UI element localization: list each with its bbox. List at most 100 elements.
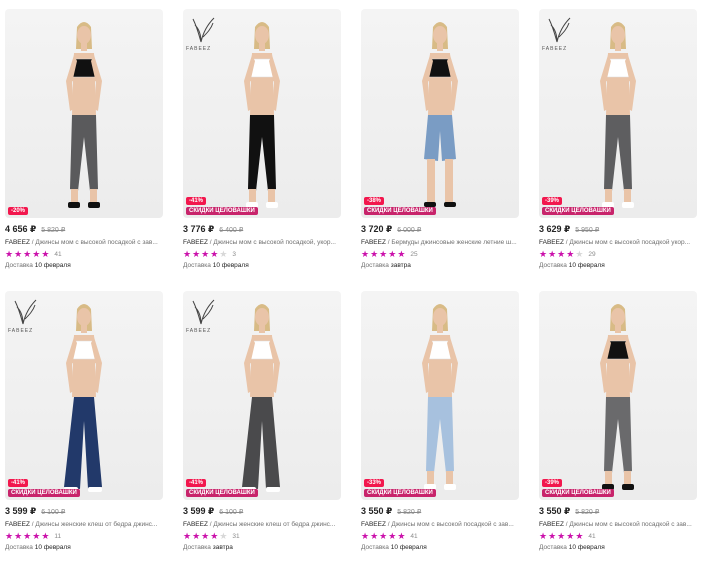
product-image[interactable]: FABEEZ -39% СКИДКИ ЦЕЛОВАШКИ: [539, 9, 697, 218]
brand-logo-icon: [192, 299, 215, 325]
product-image[interactable]: FABEEZ -41% СКИДКИ ЦЕЛОВАШКИ: [183, 9, 341, 218]
product-image[interactable]: -20%: [5, 9, 163, 218]
product-card-1[interactable]: -20% 4 656 ₽ 5 820 ₽ FABEEZ / Джинсы мом…: [5, 9, 163, 279]
product-image[interactable]: -38% СКИДКИ ЦЕЛОВАШКИ: [361, 9, 519, 218]
product-title[interactable]: FABEEZ / Джинсы мом с высокой посадкой, …: [183, 239, 341, 246]
discount-badge: -41%: [186, 479, 207, 487]
star-icon: ★: [201, 249, 210, 259]
rating-stars: ★ ★ ★ ★ ★: [183, 532, 227, 541]
star-icon: ★: [183, 531, 192, 541]
discount-badge: -39%: [542, 197, 563, 205]
product-card-6[interactable]: FABEEZ -41% СКИДКИ ЦЕЛОВАШКИ 3 599 ₽ 6 1…: [183, 291, 341, 561]
product-image[interactable]: FABEEZ -41% СКИДКИ ЦЕЛОВАШКИ: [183, 291, 341, 500]
rating-stars: ★ ★ ★ ★ ★: [5, 532, 49, 541]
model-photo: [44, 301, 124, 498]
promo-badge: СКИДКИ ЦЕЛОВАШКИ: [8, 489, 80, 497]
star-icon: ★: [397, 249, 406, 259]
current-price: 3 599 ₽: [5, 506, 37, 516]
rating-row: ★ ★ ★ ★ ★ 11: [5, 532, 163, 541]
rating-stars: ★ ★ ★ ★ ★: [539, 250, 583, 259]
star-icon: ★: [14, 531, 23, 541]
delivery-label: Доставка: [5, 544, 33, 551]
product-image[interactable]: -33% СКИДКИ ЦЕЛОВАШКИ: [361, 291, 519, 500]
product-title[interactable]: FABEEZ / Джинсы женские клеш от бедра дж…: [183, 521, 341, 528]
delivery-date: 10 февраля: [568, 262, 605, 269]
delivery-date: 10 февраля: [34, 544, 71, 551]
star-icon: ★: [566, 531, 575, 541]
price-row: 3 550 ₽ 5 820 ₽: [539, 506, 697, 517]
product-card-8[interactable]: -39% СКИДКИ ЦЕЛОВАШКИ 3 550 ₽ 5 820 ₽ FA…: [539, 291, 697, 561]
delivery-info: Доставка 10 февраля: [5, 544, 163, 551]
delivery-label: Доставка: [539, 544, 567, 551]
rating-stars: ★ ★ ★ ★ ★: [183, 250, 227, 259]
promo-badge: СКИДКИ ЦЕЛОВАШКИ: [542, 207, 614, 215]
logo-wordmark: FABEEZ: [8, 328, 34, 334]
product-image[interactable]: FABEEZ -41% СКИДКИ ЦЕЛОВАШКИ: [5, 291, 163, 500]
star-icon: ★: [219, 249, 228, 259]
delivery-date: 10 февраля: [212, 262, 249, 269]
star-icon: ★: [5, 531, 14, 541]
product-title[interactable]: FABEEZ / Бермуды джинсовые женские летни…: [361, 239, 519, 246]
current-price: 3 550 ₽: [361, 506, 393, 516]
delivery-info: Доставка 10 февраля: [539, 544, 697, 551]
rating-row: ★ ★ ★ ★ ★ 41: [361, 532, 519, 541]
star-icon: ★: [539, 249, 548, 259]
badges: -33% СКИДКИ ЦЕЛОВАШКИ: [364, 479, 436, 497]
star-icon: ★: [548, 531, 557, 541]
product-name: / Джинсы мом с высокой посадкой с зав...: [29, 239, 158, 246]
delivery-info: Доставка завтра: [361, 262, 519, 269]
product-card-4[interactable]: FABEEZ -39% СКИДКИ ЦЕЛОВАШКИ 3 629 ₽ 5 9…: [539, 9, 697, 279]
star-icon: ★: [575, 249, 584, 259]
delivery-info: Доставка завтра: [183, 544, 341, 551]
promo-badge: СКИДКИ ЦЕЛОВАШКИ: [364, 207, 436, 215]
delivery-label: Доставка: [361, 262, 389, 269]
product-card-2[interactable]: FABEEZ -41% СКИДКИ ЦЕЛОВАШКИ 3 776 ₽ 6 4…: [183, 9, 341, 279]
badges: -38% СКИДКИ ЦЕЛОВАШКИ: [364, 197, 436, 215]
model-photo: [578, 19, 658, 216]
logo-wordmark: FABEEZ: [542, 46, 568, 52]
product-card-5[interactable]: FABEEZ -41% СКИДКИ ЦЕЛОВАШКИ 3 599 ₽ 6 1…: [5, 291, 163, 561]
promo-badge: СКИДКИ ЦЕЛОВАШКИ: [186, 489, 258, 497]
model-photo: [400, 301, 480, 498]
product-title[interactable]: FABEEZ / Джинсы мом с высокой посадкой с…: [5, 239, 163, 246]
delivery-label: Доставка: [539, 262, 567, 269]
old-price: 6 000 ₽: [397, 227, 422, 234]
star-icon: ★: [370, 531, 379, 541]
star-icon: ★: [566, 249, 575, 259]
product-title[interactable]: FABEEZ / Джинсы мом с высокой посадкой с…: [361, 521, 519, 528]
review-count: 11: [54, 533, 62, 540]
product-card-7[interactable]: -33% СКИДКИ ЦЕЛОВАШКИ 3 550 ₽ 5 820 ₽ FA…: [361, 291, 519, 561]
delivery-info: Доставка 10 февраля: [5, 262, 163, 269]
review-count: 41: [54, 251, 62, 258]
star-icon: ★: [23, 531, 32, 541]
rating-stars: ★ ★ ★ ★ ★: [539, 532, 583, 541]
product-image[interactable]: -39% СКИДКИ ЦЕЛОВАШКИ: [539, 291, 697, 500]
review-count: 41: [410, 533, 418, 540]
price-row: 3 629 ₽ 5 950 ₽: [539, 224, 697, 235]
product-title[interactable]: FABEEZ / Джинсы мом с высокой посадкой с…: [539, 521, 697, 528]
star-icon: ★: [539, 531, 548, 541]
delivery-info: Доставка 10 февраля: [539, 262, 697, 269]
star-icon: ★: [192, 531, 201, 541]
product-title[interactable]: FABEEZ / Джинсы женские клеш от бедра дж…: [5, 521, 163, 528]
product-name: / Джинсы мом с высокой посадкой, укор...: [207, 239, 336, 246]
delivery-date: 10 февраля: [390, 544, 427, 551]
product-card-3[interactable]: -38% СКИДКИ ЦЕЛОВАШКИ 3 720 ₽ 6 000 ₽ FA…: [361, 9, 519, 279]
logo-wordmark: FABEEZ: [186, 46, 212, 52]
delivery-date: 10 февраля: [34, 262, 71, 269]
delivery-label: Доставка: [183, 544, 211, 551]
brand-name: FABEEZ: [361, 521, 386, 528]
promo-badge: СКИДКИ ЦЕЛОВАШКИ: [542, 489, 614, 497]
star-icon: ★: [379, 531, 388, 541]
product-title[interactable]: FABEEZ / Джинсы мом с высокой посадкой у…: [539, 239, 697, 246]
star-icon: ★: [14, 249, 23, 259]
product-name: / Джинсы мом с высокой посадкой с зав...: [563, 521, 692, 528]
star-icon: ★: [388, 531, 397, 541]
badges: -41% СКИДКИ ЦЕЛОВАШКИ: [8, 479, 80, 497]
discount-badge: -20%: [8, 207, 29, 215]
review-count: 31: [232, 533, 240, 540]
model-photo: [222, 301, 302, 498]
brand-name: FABEEZ: [539, 521, 564, 528]
brand-logo-icon: [192, 17, 215, 43]
current-price: 3 550 ₽: [539, 506, 571, 516]
